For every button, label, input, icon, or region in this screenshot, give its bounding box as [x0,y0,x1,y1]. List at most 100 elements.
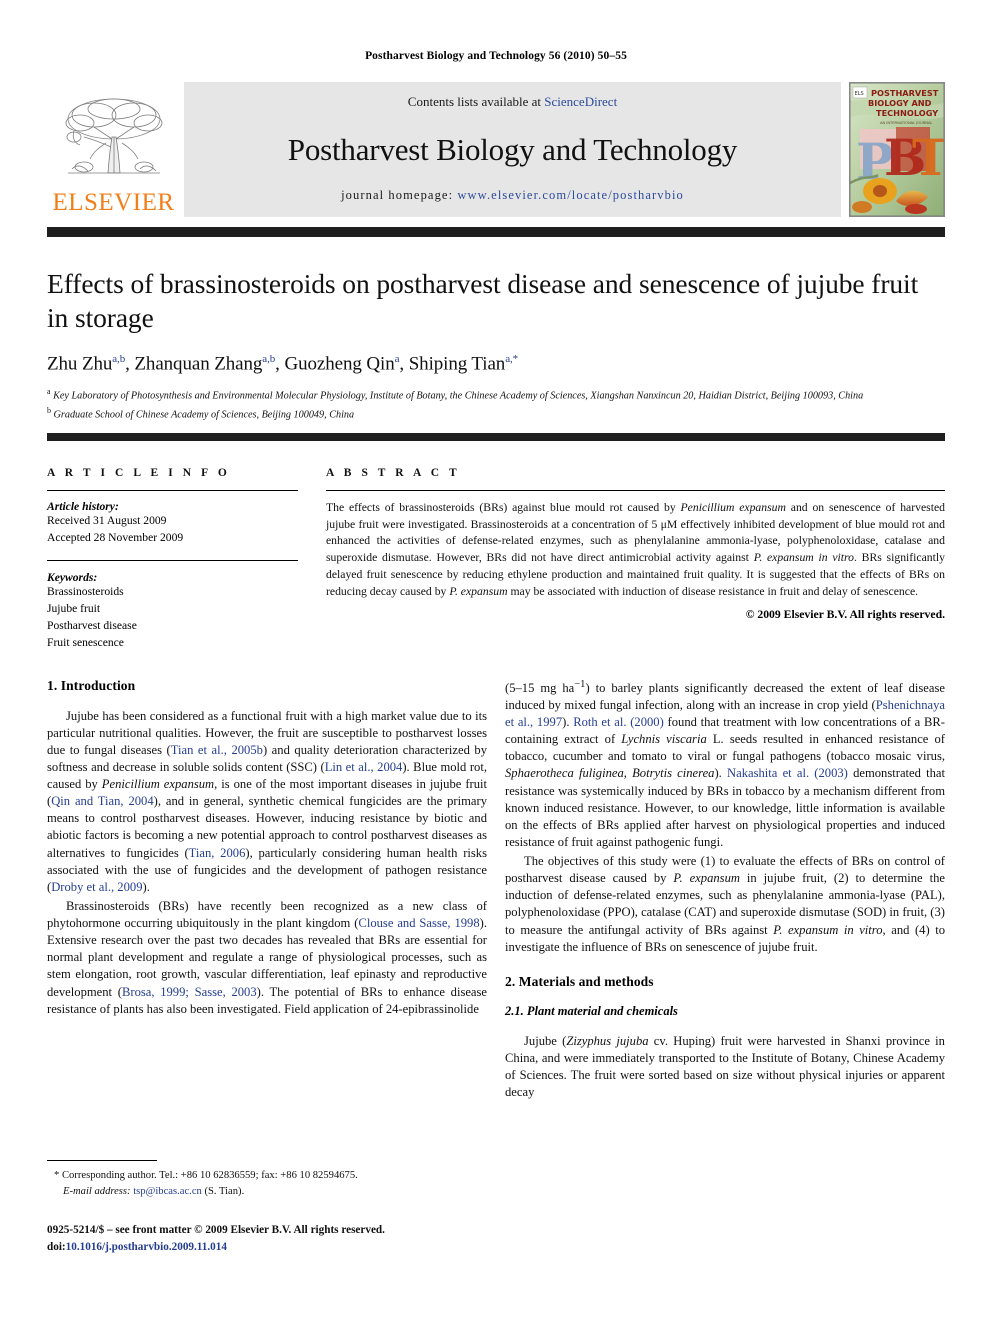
corresponding-line: * Corresponding author. Tel.: +86 10 628… [47,1168,487,1184]
masthead-divider-bar [47,227,945,237]
svg-text:TECHNOLOGY: TECHNOLOGY [876,108,939,118]
para-seg: Jujube ( [524,1033,567,1048]
species-name: Zizyphus jujuba [566,1033,649,1048]
species-name: Sphaerotheca fuliginea, Botrytis cinerea [505,766,715,781]
title-block: Effects of brassinosteroids on postharve… [47,267,945,423]
corresponding-author-note: * Corresponding author. Tel.: +86 10 628… [47,1168,487,1200]
author-name: Zhu Zhu [47,353,113,375]
abstract-heading: A B S T R A C T [326,466,461,479]
svg-text:BIOLOGY AND: BIOLOGY AND [868,98,932,108]
journal-masthead: ELSEVIER Contents lists available at Sci… [47,82,945,217]
author-list: Zhu Zhua,b, Zhanquan Zhanga,b, Guozheng … [47,353,519,375]
author-affil-marker: a,b [262,353,276,366]
cover-artwork: ELS POSTHARVEST BIOLOGY AND TECHNOLOGY A… [850,83,944,216]
citation-link[interactable]: Clouse and Sasse, 1998 [358,916,479,930]
journal-title: Postharvest Biology and Technology [287,131,738,167]
citation-link[interactable]: Lin et al., 2004 [325,760,403,774]
keywords-label: Keywords: [47,571,98,585]
intro-paragraph-1: Jujube has been considered as a function… [47,708,487,896]
abstract-seg: may be associated with induction of dise… [507,584,919,598]
article-info-rule: Article history: Received 31 August 2009… [47,489,298,547]
affiliation-text-b: Graduate School of Chinese Academy of Sc… [53,409,355,421]
affiliation-list: a Key Laboratory of Photosynthesis and E… [47,386,945,422]
author-affil-marker: a [394,353,400,366]
species-name: P. expansum [673,871,740,886]
corresponding-text: Corresponding author. Tel.: +86 10 62836… [59,1170,358,1181]
section-heading-materials-methods: 2. Materials and methods [505,973,654,989]
abstract-species-name: P. expansum [449,584,508,598]
imprint-block: 0925-5214/$ – see front matter © 2009 El… [47,1222,487,1256]
sciencedirect-link[interactable]: ScienceDirect [544,94,617,109]
right-paragraph-1: (5–15 mg ha−1) to barley plants signific… [505,678,945,851]
unit-exponent: −1 [574,678,586,690]
article-history-label: Article history: [47,499,119,513]
doi-link[interactable]: 10.1016/j.postharvbio.2009.11.014 [66,1241,227,1253]
body-column-right: (5–15 mg ha−1) to barley plants signific… [505,678,945,1198]
citation-link[interactable]: Qin and Tian, 2004 [51,794,153,808]
article-accepted-date: Accepted 28 November 2009 [47,530,184,544]
citation-link[interactable]: Droby et al., 2009 [51,880,142,894]
affiliation-marker-a: a [47,387,51,397]
author-affil-marker: a,b [112,353,126,366]
body-columns: 1. Introduction Jujube has been consider… [47,678,945,1198]
para-seg: ). [714,766,728,781]
para-seg: ). [562,715,574,730]
para-seg: (5–15 mg ha [505,680,575,695]
email-label: E-mail address: [63,1185,131,1197]
affiliation-marker-b: b [47,405,51,415]
contents-prefix: Contents lists available at [407,94,545,109]
article-info-column: A R T I C L E I N F O Article history: R… [47,467,298,652]
affiliation-text-a: Key Laboratory of Photosynthesis and Env… [53,390,864,402]
author-name: Shiping Tian [408,353,506,375]
citation-link[interactable]: Nakashita et al. (2003) [727,766,848,780]
abstract-column: A B S T R A C T The effects of brassinos… [326,467,945,652]
citation-link[interactable]: Tian et al., 2005b [171,743,263,757]
abstract-species-name: P. expansum in vitro [753,551,854,565]
abstract-rule: The effects of brassinosteroids (BRs) ag… [326,489,945,621]
svg-text:T: T [912,128,944,187]
elsevier-logo: ELSEVIER [47,82,180,217]
abstract-text: The effects of brassinosteroids (BRs) ag… [326,500,945,600]
abstract-seg: The effects of brassinosteroids (BRs) ag… [326,500,681,514]
author-name: Guozheng Qin [284,353,395,375]
issn-copyright-line: 0925-5214/$ – see front matter © 2009 El… [47,1223,385,1236]
affiliation-a: a Key Laboratory of Photosynthesis and E… [47,386,945,404]
author-name: Zhanquan Zhang [134,353,263,375]
doi-label: doi: [47,1240,66,1253]
body-column-left: 1. Introduction Jujube has been consider… [47,678,487,1198]
affiliation-b: b Graduate School of Chinese Academy of … [47,405,945,423]
subsection-heading-plant-material: 2.1. Plant material and chemicals [505,1003,678,1018]
svg-text:AN INTERNATIONAL JOURNAL: AN INTERNATIONAL JOURNAL [880,121,932,125]
footnote-divider [47,1160,157,1161]
email-line: E-mail address: tsp@ibcas.ac.cn (S. Tian… [47,1184,487,1200]
author-affil-marker: a,* [505,353,519,366]
abstract-species-name: Penicillium expansum [680,500,786,514]
keyword-item: Brassinosteroids [47,585,124,599]
keyword-item: Fruit senescence [47,635,124,649]
journal-cover-thumbnail: ELS POSTHARVEST BIOLOGY AND TECHNOLOGY A… [849,82,945,217]
right-paragraph-2: The objectives of this study were (1) to… [505,853,945,956]
journal-homepage-line: journal homepage: www.elsevier.com/locat… [341,188,684,203]
keywords-rule: Keywords: Brassinosteroids Jujube fruit … [47,560,298,651]
homepage-url-link[interactable]: www.elsevier.com/locate/postharvbio [457,188,684,202]
masthead-center-panel: Contents lists available at ScienceDirec… [184,82,841,217]
title-divider-bar [47,432,945,441]
email-link[interactable]: tsp@ibcas.ac.cn [133,1186,202,1197]
section-heading-introduction: 1. Introduction [47,677,136,693]
keyword-item: Postharvest disease [47,619,137,633]
contents-available-line: Contents lists available at ScienceDirec… [408,94,617,110]
citation-link[interactable]: Roth et al. (2000) [573,715,664,729]
species-name: Lychnis viscaria [621,732,707,747]
citation-link[interactable]: Brosa, 1999; Sasse, 2003 [122,985,257,999]
keyword-item: Jujube fruit [47,602,101,616]
email-suffix: (S. Tian). [201,1185,245,1197]
page-title: Effects of brassinosteroids on postharve… [47,268,919,333]
running-head: Postharvest Biology and Technology 56 (2… [365,50,627,62]
info-abstract-row: A R T I C L E I N F O Article history: R… [47,467,945,652]
footnote-zone: * Corresponding author. Tel.: +86 10 628… [47,1160,487,1255]
methods-paragraph-1: Jujube (Zizyphus jujuba cv. Huping) frui… [505,1033,945,1102]
citation-link[interactable]: Tian, 2006 [189,846,246,860]
intro-paragraph-2: Brassinosteroids (BRs) have recently bee… [47,898,487,1018]
species-name: P. expansum in vitro [773,922,883,937]
